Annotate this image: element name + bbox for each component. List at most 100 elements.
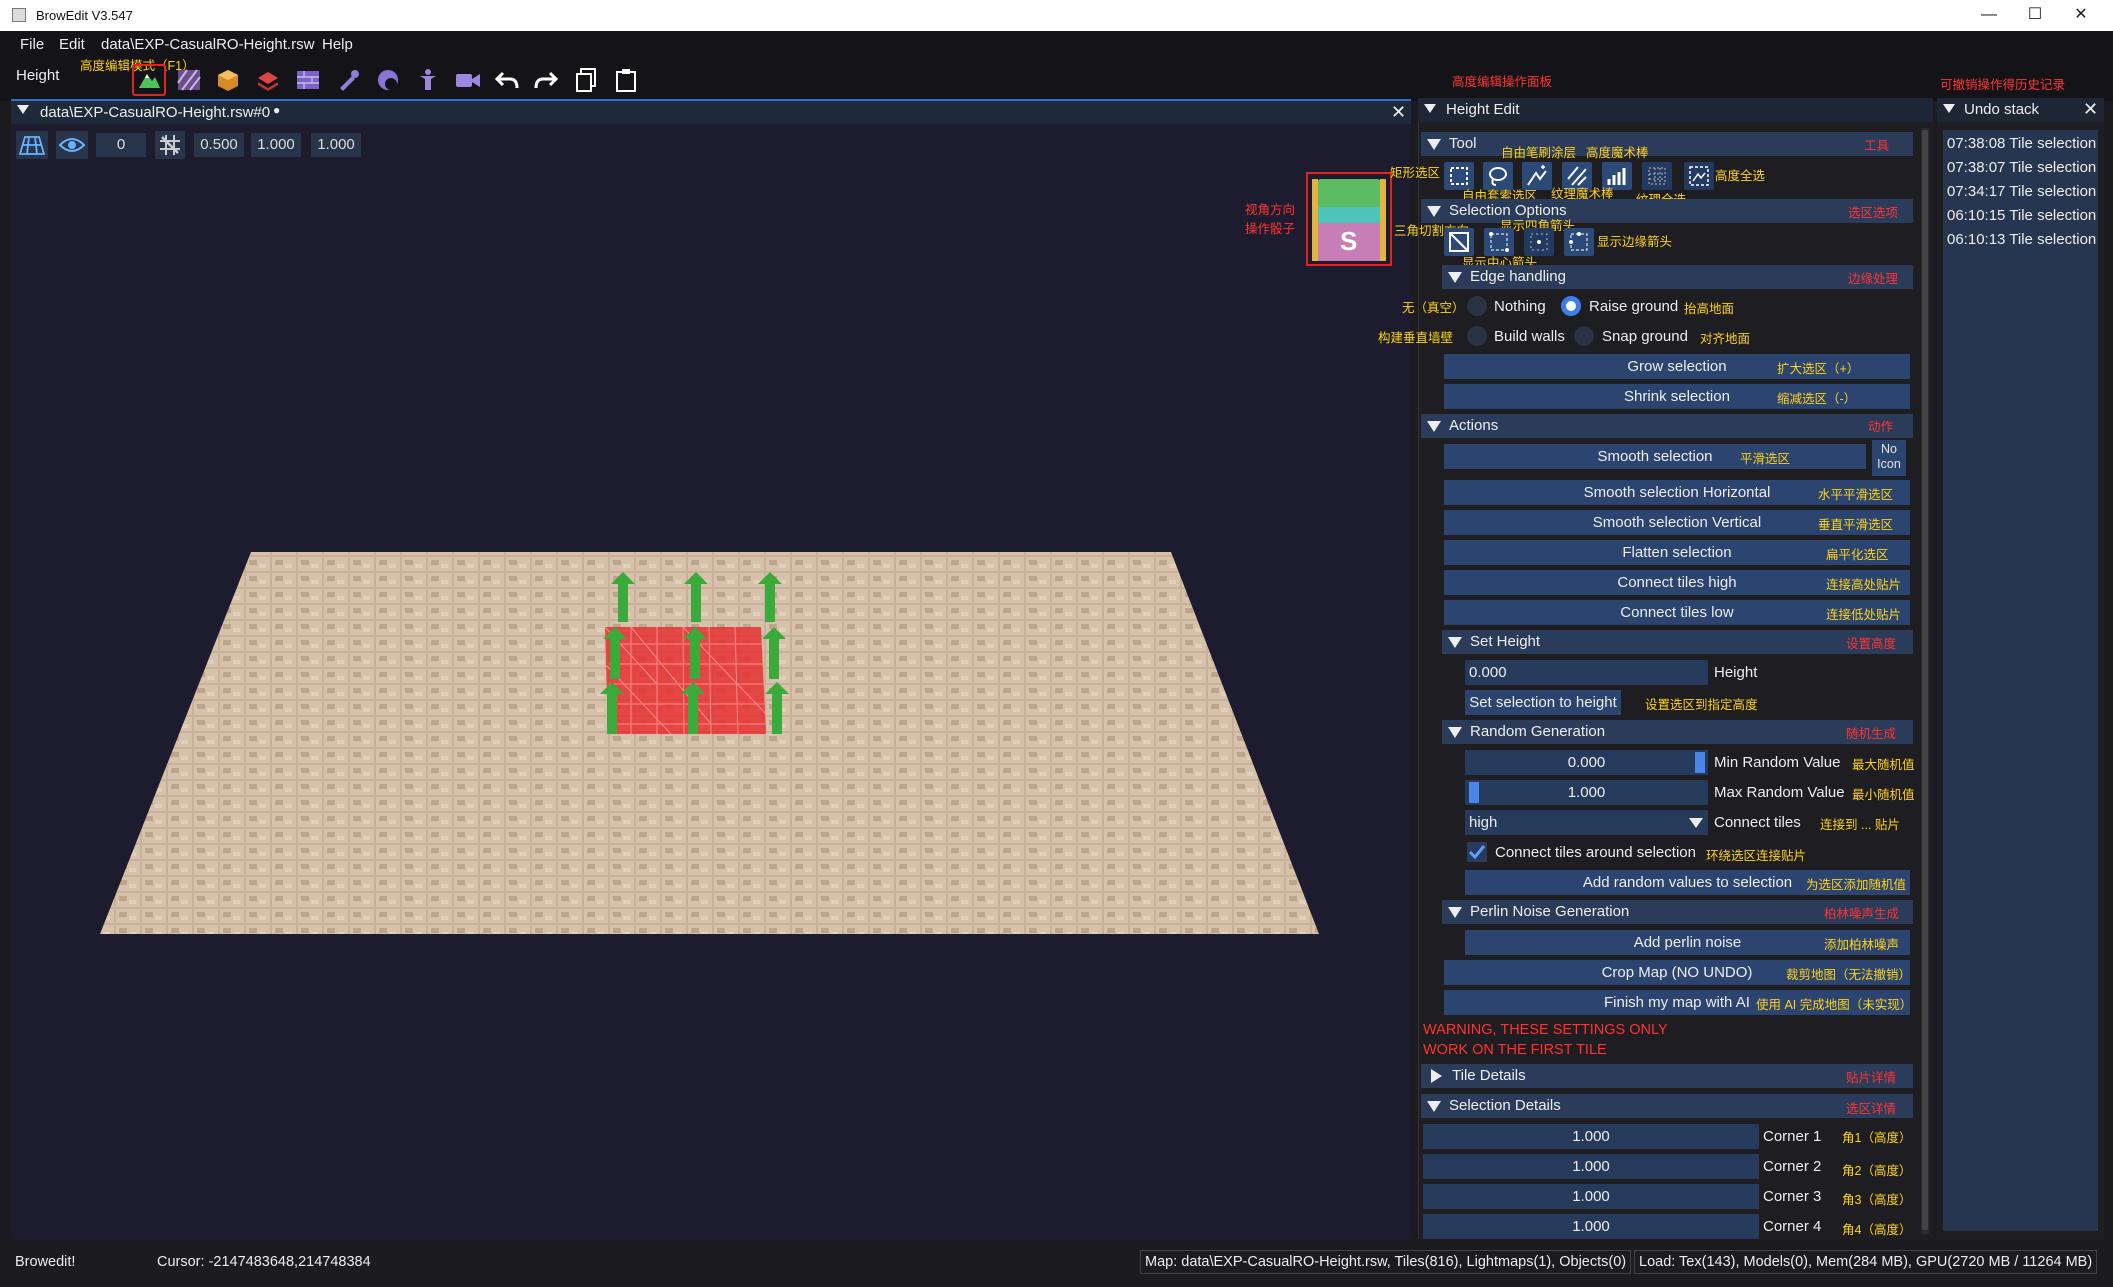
ann-wand: 高度魔术棒 bbox=[1586, 146, 1649, 160]
undo-menu-icon[interactable] bbox=[1943, 104, 1955, 113]
height-mode-button[interactable] bbox=[132, 64, 166, 96]
visibility-toggle[interactable] bbox=[56, 131, 88, 159]
selection-area bbox=[605, 627, 766, 734]
texture-select-all-tool[interactable] bbox=[1642, 162, 1672, 190]
copy-button[interactable] bbox=[571, 66, 601, 94]
show-edge-arrows-toggle[interactable] bbox=[1564, 228, 1594, 256]
wall-mode-button[interactable] bbox=[293, 66, 323, 94]
ann-conn-high: 连接高处贴片 bbox=[1826, 578, 1902, 592]
ann-all: 高度全选 bbox=[1715, 169, 1766, 183]
tab-close-icon[interactable]: ✕ bbox=[1391, 102, 1406, 123]
undo-button[interactable] bbox=[492, 66, 522, 94]
snap-toggle[interactable] bbox=[155, 131, 185, 159]
ann-max: 最小随机值 bbox=[1852, 788, 1915, 802]
smooth-selection-button[interactable]: Smooth selection bbox=[1444, 444, 1866, 469]
title-bar: BrowEdit V3.547 — ☐ ✕ bbox=[0, 0, 2113, 31]
status-map: Map: data\EXP-CasualRO-Height.rsw, Tiles… bbox=[1140, 1250, 1632, 1274]
ann-snap: 对齐地面 bbox=[1700, 332, 1751, 346]
corner-2-input[interactable]: 1.000 bbox=[1423, 1154, 1759, 1179]
close-window-button[interactable]: ✕ bbox=[2058, 2, 2104, 28]
edge-walls-radio[interactable] bbox=[1467, 326, 1487, 346]
edge-snap-radio[interactable] bbox=[1574, 326, 1594, 346]
menu-edit[interactable]: Edit bbox=[59, 36, 85, 53]
edge-walls-label: Build walls bbox=[1494, 328, 1565, 345]
menu-help[interactable]: Help bbox=[322, 36, 353, 53]
warning-line-2: WORK ON THE FIRST TILE bbox=[1423, 1042, 1607, 1058]
corner-3-input[interactable]: 1.000 bbox=[1423, 1184, 1759, 1209]
corner-1-input[interactable]: 1.000 bbox=[1423, 1124, 1759, 1149]
min-random-value: 0.000 bbox=[1567, 754, 1606, 771]
color-mode-button[interactable] bbox=[333, 66, 363, 94]
rect-select-icon bbox=[1450, 167, 1468, 185]
ann-min: 最大随机值 bbox=[1852, 758, 1915, 772]
texture-mode-button[interactable] bbox=[174, 66, 204, 94]
ann-nothing: 无（真空） bbox=[1402, 301, 1465, 315]
undo-title: Undo stack bbox=[1964, 101, 2040, 118]
snap-value-1[interactable]: 0.500 bbox=[194, 133, 244, 157]
paste-button[interactable] bbox=[611, 66, 641, 94]
connect-tiles-label: Connect tiles bbox=[1714, 814, 1801, 831]
panel-menu-icon[interactable] bbox=[1424, 104, 1436, 113]
tile-details-header[interactable]: Tile Details bbox=[1421, 1064, 1913, 1088]
undo-item[interactable]: 07:34:17 Tile selection bbox=[1947, 183, 2096, 200]
corner-4-input[interactable]: 1.000 bbox=[1423, 1214, 1759, 1239]
object-mode-button[interactable] bbox=[213, 66, 243, 94]
viewport-3d[interactable] bbox=[11, 124, 1411, 1239]
grid-icon bbox=[18, 136, 46, 155]
dropper-icon bbox=[340, 70, 359, 91]
connect-around-checkbox[interactable] bbox=[1467, 842, 1487, 862]
height-input[interactable]: 0.000 bbox=[1465, 660, 1708, 685]
menu-file-path[interactable]: data\EXP-CasualRO-Height.rsw bbox=[101, 36, 314, 53]
sprite-mode-button[interactable] bbox=[413, 66, 443, 94]
undo-item[interactable]: 07:38:07 Tile selection bbox=[1947, 159, 2096, 176]
max-random-value: 1.000 bbox=[1567, 784, 1606, 801]
status-app: Browedit! bbox=[15, 1254, 76, 1270]
grid-value[interactable]: 0 bbox=[96, 133, 146, 157]
minimize-button[interactable]: — bbox=[1966, 2, 2012, 28]
random-generation-header[interactable]: Random Generation bbox=[1442, 720, 1913, 744]
tool-header[interactable]: Tool bbox=[1421, 132, 1913, 156]
cinematic-mode-button[interactable] bbox=[453, 66, 483, 94]
view-cube[interactable]: S bbox=[1306, 172, 1392, 266]
gat-mode-button[interactable] bbox=[253, 66, 283, 94]
corner-arrows-icon bbox=[1489, 232, 1509, 252]
edge-snap-label: Snap ground bbox=[1602, 328, 1688, 345]
menu-file[interactable]: File bbox=[20, 36, 44, 53]
ann-corner-3: 角3（高度） bbox=[1842, 1193, 1912, 1207]
viewport-tab[interactable]: data\EXP-CasualRO-Height.rsw#0 ● ✕ bbox=[11, 99, 1411, 124]
min-random-slider[interactable]: 0.000 bbox=[1465, 750, 1708, 775]
undo-item[interactable]: 06:10:13 Tile selection bbox=[1947, 231, 2096, 248]
grid-toggle[interactable] bbox=[16, 131, 48, 159]
camera-icon bbox=[456, 74, 480, 87]
redo-button[interactable] bbox=[531, 66, 561, 94]
panel-scrollbar[interactable] bbox=[1921, 128, 1929, 1234]
corner-2-label: Corner 2 bbox=[1763, 1158, 1822, 1175]
panel-header: Height Edit bbox=[1418, 98, 1933, 122]
undo-item[interactable]: 07:38:08 Tile selection bbox=[1947, 135, 2096, 152]
edge-raise-radio[interactable] bbox=[1561, 296, 1581, 316]
connect-tiles-dropdown[interactable]: high bbox=[1465, 810, 1708, 835]
window-title: BrowEdit V3.547 bbox=[36, 8, 133, 23]
app-icon bbox=[12, 8, 26, 22]
edge-nothing-radio[interactable] bbox=[1467, 296, 1487, 316]
mode-label: Height bbox=[16, 67, 60, 84]
no-icon-button[interactable]: No Icon bbox=[1872, 440, 1906, 476]
edge-handling-header[interactable]: Edge handling bbox=[1442, 265, 1913, 289]
max-random-slider[interactable]: 1.000 bbox=[1465, 780, 1708, 805]
snap-value-2[interactable]: 1.000 bbox=[251, 133, 301, 157]
selection-options-header[interactable]: Selection Options bbox=[1421, 199, 1913, 223]
tab-menu-icon[interactable] bbox=[17, 105, 29, 114]
undo-item[interactable]: 06:10:15 Tile selection bbox=[1947, 207, 2096, 224]
shadow-mode-button[interactable] bbox=[373, 66, 403, 94]
set-selection-to-height-button[interactable]: Set selection to height bbox=[1465, 690, 1621, 715]
selection-details-header[interactable]: Selection Details bbox=[1421, 1094, 1913, 1118]
ann-flatten: 扁平化选区 bbox=[1826, 548, 1889, 562]
set-height-header[interactable]: Set Height bbox=[1442, 630, 1913, 654]
undo-close-icon[interactable]: ✕ bbox=[2083, 99, 2098, 120]
ann-smooth-v: 垂直平滑选区 bbox=[1818, 518, 1894, 532]
actions-header[interactable]: Actions bbox=[1421, 414, 1913, 438]
maximize-button[interactable]: ☐ bbox=[2012, 2, 2058, 28]
snap-value-3[interactable]: 1.000 bbox=[311, 133, 361, 157]
edge-note: 边缘处理 bbox=[1848, 272, 1899, 286]
height-select-all-tool[interactable] bbox=[1684, 162, 1714, 190]
